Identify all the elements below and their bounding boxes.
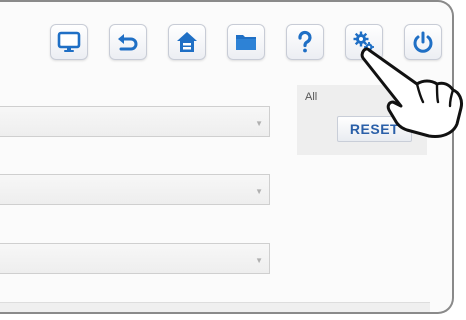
undo-arrow-icon [118,34,138,51]
filter-dropdown-1[interactable]: ▼ [0,106,270,137]
filter-dropdown-2[interactable]: ▼ [0,174,270,205]
pointing-hand-icon [360,47,463,138]
folder-button[interactable] [227,24,265,60]
bottom-bar [0,302,430,312]
help-button[interactable] [286,24,324,60]
chevron-down-icon: ▼ [255,256,263,265]
home-button[interactable] [168,24,206,60]
filter-dropdown-3[interactable]: ▼ [0,243,270,274]
home-icon [177,32,197,52]
monitor-button[interactable] [50,24,88,60]
chevron-down-icon: ▼ [255,187,263,196]
folder-icon [236,35,256,50]
monitor-icon [57,31,81,52]
question-mark-icon [298,30,312,53]
chevron-down-icon: ▼ [255,119,263,128]
panel-label: All [305,91,318,103]
back-button[interactable] [109,24,147,60]
